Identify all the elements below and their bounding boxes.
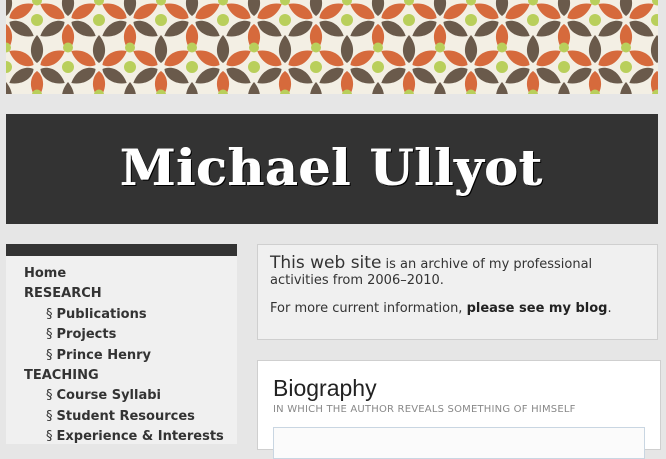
intro-box: This web site is an archive of my profes… [257,244,658,340]
nav-item-course-syllabi[interactable]: § Course Syllabi [6,386,237,406]
biography-content [273,427,645,459]
more-info-text: For more current information, please see… [270,301,612,316]
intro-text: This web site is an archive of my profes… [270,253,593,289]
header-banner [6,0,658,94]
nav-item-teaching[interactable]: TEACHING [6,366,237,386]
blog-link[interactable]: please see my blog [467,301,608,316]
biography-box: Biography IN WHICH THE AUTHOR REVEALS SO… [257,360,661,459]
biography-subtitle: IN WHICH THE AUTHOR REVEALS SOMETHING OF… [273,404,576,415]
site-title[interactable]: Michael Ullyot [121,138,544,197]
biography-title: Biography [273,375,377,401]
nav-item-research[interactable]: RESEARCH [6,284,237,304]
nav-item-student-resources[interactable]: § Student Resources [6,407,237,427]
sidebar: Home RESEARCH § Publications § Projects § P… [6,244,237,444]
site-title-bar: Michael Ullyot [6,114,658,224]
nav-item-publications[interactable]: § Publications [6,305,237,325]
nav-item-prince-henry[interactable]: § Prince Henry [6,346,237,366]
sidebar-nav: Home RESEARCH § Publications § Projects § P… [6,256,237,448]
nav-item-projects[interactable]: § Projects [6,325,237,345]
intro-highlight: This web site [270,253,382,273]
nav-item-home[interactable]: Home [6,264,237,284]
nav-item-experience-interests[interactable]: § Experience & Interests [6,427,237,447]
